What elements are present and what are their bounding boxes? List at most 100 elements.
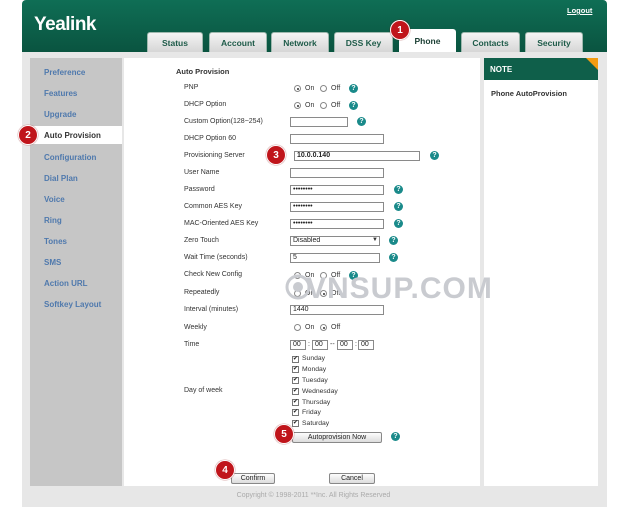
time-end-hour[interactable]: 00 (337, 340, 353, 350)
sidebar (30, 58, 122, 486)
friday-label: Friday (302, 409, 321, 416)
help-icon[interactable]: ? (391, 432, 400, 441)
user-name-input[interactable] (290, 168, 384, 178)
tab-account[interactable]: Account (209, 32, 267, 52)
sidebar-item-tones[interactable]: Tones (44, 237, 67, 246)
sidebar-item-auto-provision[interactable]: Auto Provision (44, 131, 101, 140)
custom-option-input[interactable] (290, 117, 348, 127)
pnp-on-radio[interactable] (294, 85, 301, 92)
cancel-button[interactable]: Cancel (329, 473, 375, 484)
dhcp-option-60-label: DHCP Option 60 (184, 135, 237, 142)
dhcp-on-radio[interactable] (294, 102, 301, 109)
zero-touch-select[interactable]: Disabled (290, 236, 380, 246)
interval-input[interactable]: 1440 (290, 305, 384, 315)
help-icon[interactable]: ? (349, 84, 358, 93)
mac-aes-key-label: MAC-Oriented AES Key (184, 220, 259, 227)
help-icon[interactable]: ? (357, 117, 366, 126)
password-input[interactable]: •••••••• (290, 185, 384, 195)
wednesday-label: Wednesday (302, 388, 338, 395)
monday-checkbox[interactable]: ✔ (292, 366, 299, 373)
on-label: On (305, 324, 315, 331)
time-start-hour[interactable]: 00 (290, 340, 306, 350)
off-label: Off (331, 85, 341, 92)
note-corner-decoration (586, 58, 598, 70)
sidebar-item-voice[interactable]: Voice (44, 195, 65, 204)
time-label: Time (184, 341, 200, 348)
callout-badge-5: 5 (274, 424, 294, 444)
sidebar-item-preference[interactable]: Preference (44, 68, 85, 77)
callout-badge-1: 1 (390, 20, 410, 40)
wait-time-label: Wait Time (seconds) (184, 254, 248, 261)
logout-link[interactable]: Logout (567, 6, 592, 15)
common-aes-key-label: Common AES Key (184, 203, 242, 210)
tab-network[interactable]: Network (271, 32, 329, 52)
tuesday-label: Tuesday (302, 377, 328, 384)
sunday-label: Sunday (302, 355, 326, 362)
sidebar-item-ring[interactable]: Ring (44, 216, 62, 225)
interval-label: Interval (minutes) (184, 306, 239, 313)
saturday-label: Saturday (302, 420, 330, 427)
copyright-footer: Copyright © 1998-2011 **Inc. All Rights … (236, 492, 391, 499)
wednesday-checkbox[interactable]: ✔ (292, 388, 299, 395)
tab-dss-key[interactable]: DSS Key (334, 32, 393, 52)
pnp-off-radio[interactable] (320, 85, 327, 92)
yealink-logo: Yealink (34, 14, 97, 35)
help-icon[interactable]: ? (389, 236, 398, 245)
chevron-down-icon: ▼ (372, 237, 378, 243)
help-icon[interactable]: ? (394, 202, 403, 211)
callout-badge-2: 2 (18, 125, 38, 145)
zero-touch-label: Zero Touch (184, 237, 219, 244)
provisioning-server-label: Provisioning Server (184, 152, 245, 159)
help-icon[interactable]: ? (394, 185, 403, 194)
time-colon: : (355, 341, 357, 348)
repeatedly-label: Repeatedly (184, 289, 220, 296)
sidebar-item-features[interactable]: Features (44, 89, 77, 98)
provisioning-server-input[interactable]: 10.0.0.140 (294, 151, 420, 161)
autoprovision-now-button[interactable]: Autoprovision Now (292, 432, 382, 443)
thursday-label: Thursday (302, 399, 331, 406)
help-icon[interactable]: ? (389, 253, 398, 262)
sunday-checkbox[interactable]: ✔ (292, 356, 299, 363)
weekly-label: Weekly (184, 324, 207, 331)
confirm-button[interactable]: Confirm (231, 473, 275, 484)
off-label: Off (331, 102, 341, 109)
help-icon[interactable]: ? (394, 219, 403, 228)
sidebar-item-softkey-layout[interactable]: Softkey Layout (44, 300, 101, 309)
off-label: Off (331, 324, 341, 331)
wait-time-input[interactable]: 5 (290, 253, 380, 263)
tab-status[interactable]: Status (147, 32, 203, 52)
time-start-minute[interactable]: 00 (312, 340, 328, 350)
tab-contacts[interactable]: Contacts (461, 32, 520, 52)
saturday-checkbox[interactable]: ✔ (292, 420, 299, 427)
common-aes-key-input[interactable]: •••••••• (290, 202, 384, 212)
on-label: On (305, 85, 315, 92)
user-name-label: User Name (184, 169, 220, 176)
monday-label: Monday (302, 366, 327, 373)
dhcp-option-60-input[interactable] (290, 134, 384, 144)
time-dash: -- (330, 341, 335, 348)
sidebar-item-configuration[interactable]: Configuration (44, 153, 96, 162)
tuesday-checkbox[interactable]: ✔ (292, 377, 299, 384)
dhcp-off-radio[interactable] (320, 102, 327, 109)
section-title: Auto Provision (176, 67, 230, 76)
sidebar-item-dial-plan[interactable]: Dial Plan (44, 174, 78, 183)
sidebar-item-upgrade[interactable]: Upgrade (44, 110, 76, 119)
sidebar-item-action-url[interactable]: Action URL (44, 279, 88, 288)
time-end-minute[interactable]: 00 (358, 340, 374, 350)
weekly-off-radio[interactable] (320, 324, 327, 331)
note-body: Phone AutoProvision (491, 89, 567, 98)
callout-badge-4: 4 (215, 460, 235, 480)
note-panel (484, 58, 598, 486)
thursday-checkbox[interactable]: ✔ (292, 399, 299, 406)
sidebar-item-sms[interactable]: SMS (44, 258, 61, 267)
callout-badge-3: 3 (266, 145, 286, 165)
help-icon[interactable]: ? (349, 101, 358, 110)
tab-security[interactable]: Security (525, 32, 583, 52)
friday-checkbox[interactable]: ✔ (292, 409, 299, 416)
time-colon: : (308, 341, 310, 348)
mac-aes-key-input[interactable]: •••••••• (290, 219, 384, 229)
weekly-on-radio[interactable] (294, 324, 301, 331)
watermark-text: VNSUP.COM (306, 272, 493, 305)
help-icon[interactable]: ? (430, 151, 439, 160)
custom-option-label: Custom Option(128~254) (184, 118, 263, 125)
